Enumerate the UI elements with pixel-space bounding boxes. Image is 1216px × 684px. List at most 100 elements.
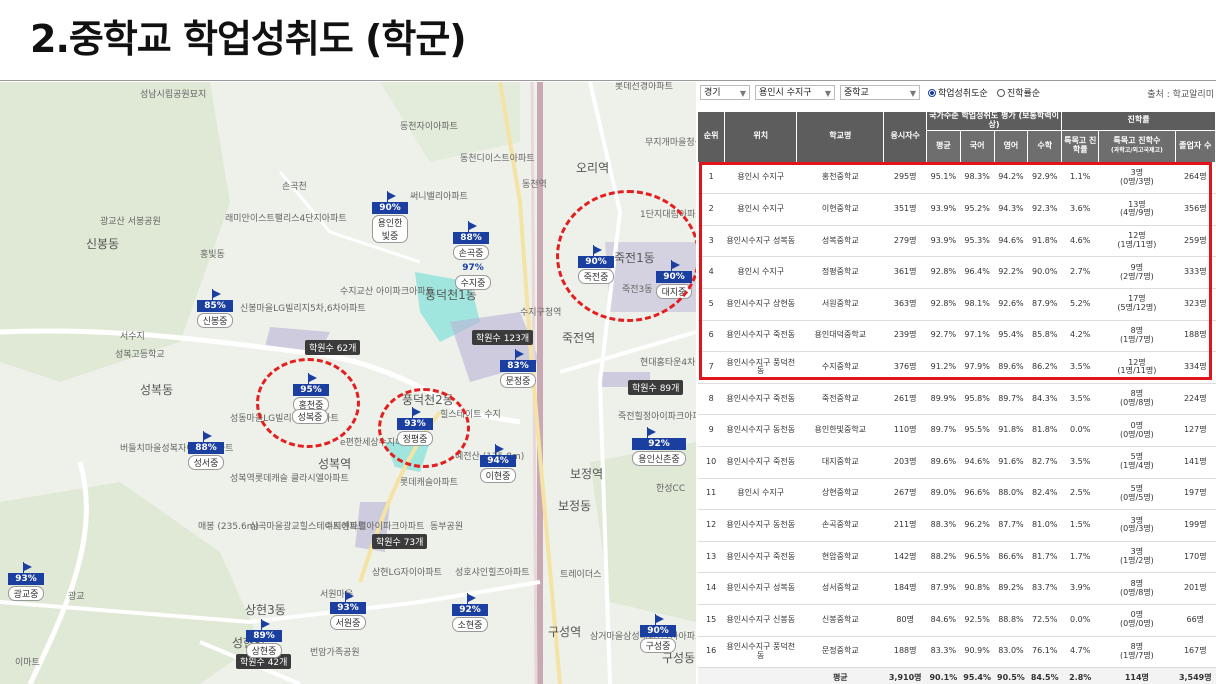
cell-school-name: 죽전중학교 [796,383,884,416]
table-row[interactable]: 10 용인시수지구 죽전동 대지중학교 203명 89.6% 94.6% 91.6% 82.7… [697,446,1216,479]
map-place: 오리역 [576,161,610,175]
cell-graduates: 197명 [1175,478,1216,511]
cell-english: 89.6% [994,351,1028,384]
cell-location: 용인시수지구 동천동 [724,509,797,542]
school-pin[interactable]: 88% 손곡중 [453,221,489,260]
cell-students: 295명 [883,162,927,195]
col-rank: 순위 [697,111,726,163]
cell-students: 142명 [883,541,927,574]
school-pin[interactable]: 92% 소현중 [452,593,488,632]
cell-math: 82.7% [1027,446,1062,479]
school-pin[interactable]: 94% 이현중 [480,444,516,483]
school-pin[interactable]: 92% 용인신촌중 [632,427,686,466]
cell-average: 88.3% [926,509,961,542]
level-select[interactable]: 중학교 ▼ [840,85,920,100]
map-place: 성호샤인힐즈아파트 [455,568,530,578]
cell-students: 239명 [883,320,927,353]
cell-school-name: 정평중학교 [796,256,884,289]
chevron-down-icon: ▼ [824,89,831,98]
cell-location: 용인시 수지구 [724,256,797,289]
school-pin[interactable]: 83% 문정중 [500,349,536,388]
cell-average: 89.9% [926,383,961,416]
cell-rank: 13 [697,541,725,574]
total-students: 3,910명 [883,667,927,684]
cell-graduates: 66명 [1175,604,1216,637]
cell-rank: 8 [697,383,725,416]
district-select[interactable]: 용인시 수지구 ▼ [755,85,835,100]
cell-special-rate: 3.5% [1061,383,1099,416]
school-pin[interactable]: 93% 서원중 [330,591,366,630]
table-row[interactable]: 12 용인시수지구 동천동 손곡중학교 211명 88.3% 96.2% 87.7% 81.0… [697,509,1216,542]
school-pin[interactable]: 90% 용인한빛중 [372,191,408,243]
cell-special-count: 17명 (5명/12명) [1098,288,1176,321]
cell-school-name: 성복중학교 [796,225,884,258]
cell-special-rate: 3.6% [1061,193,1099,226]
school-pin[interactable]: 89% 상현중 [246,619,282,658]
cell-students: 279명 [883,225,927,258]
map-place: 광교 [68,592,85,602]
map-view[interactable]: 성남시립공원묘지 동천자이아파트 동천디이스트아파트 손곡천 써니밸리아파트 래… [0,82,696,684]
table-row[interactable]: 1 용인시 수지구 홍천중학교 295명 95.1% 98.3% 94.2% 92.9% 1.1… [697,162,1216,195]
cell-special-count: 3명 (1명/2명) [1098,541,1176,574]
cell-korean: 90.9% [960,636,995,669]
cell-english: 89.7% [994,383,1028,416]
cell-graduates: 333명 [1175,256,1216,289]
flag-icon [516,350,524,358]
table-row[interactable]: 5 용인시수지구 상현동 서원중학교 363명 92.8% 98.1% 92.6% 87.9%… [697,288,1216,321]
flag-icon [346,592,354,600]
cell-rank: 16 [697,636,725,669]
cell-english: 86.6% [994,541,1028,574]
region-select[interactable]: 경기 ▼ [700,85,750,100]
school-pin[interactable]: 90% 구성중 [640,614,676,653]
cell-special-rate: 4.6% [1061,225,1099,258]
table-row[interactable]: 16 용인시수지구 풍덕천동 문정중학교 188명 83.3% 90.9% 83.0% 76.… [697,636,1216,669]
cell-location: 용인시 수지구 [724,193,797,226]
cell-rank: 6 [697,320,725,353]
cell-rank: 2 [697,193,725,226]
table-row[interactable]: 15 용인시수지구 신봉동 신봉중학교 80명 84.6% 92.5% 88.8% 72.5%… [697,604,1216,637]
cell-math: 83.7% [1027,572,1062,605]
map-place: 신봉동 [86,237,120,251]
school-pin[interactable]: 88% 성서중 [188,431,224,470]
school-pin[interactable]: 93% 광교중 [8,562,44,601]
radio-advance[interactable]: 진학률순 [997,86,1040,99]
total-special-count: 114명 [1098,667,1176,684]
col-math: 수학 [1027,129,1063,163]
cell-average: 91.2% [926,351,961,384]
cell-korean: 94.6% [960,446,995,479]
flag-icon [204,432,212,440]
table-row[interactable]: 2 용인시 수지구 이현중학교 351명 93.9% 95.2% 94.3% 92.3% 3.6… [697,193,1216,226]
school-pin[interactable]: 85% 신봉중 [197,289,233,328]
table-row[interactable]: 3 용인시수지구 성복동 성복중학교 279명 93.9% 95.3% 94.6% 91.8%… [697,225,1216,258]
cell-students: 211명 [883,509,927,542]
cell-location: 용인시수지구 죽전동 [724,541,797,574]
cell-location: 용인시수지구 동천동 [724,414,797,447]
cell-math: 91.8% [1027,225,1062,258]
map-place: 구성동 [662,651,696,665]
table-row[interactable]: 7 용인시수지구 풍덕천동 수지중학교 376명 91.2% 97.9% 89.6% 86.2… [697,351,1216,384]
table-row[interactable]: 6 용인시수지구 죽전동 용인대덕중학교 239명 92.7% 97.1% 95.4% 85.… [697,320,1216,353]
map-place: 상현LG자이아파트 [372,568,442,578]
cell-rank: 14 [697,572,725,605]
table-row[interactable]: 8 용인시수지구 죽전동 죽전중학교 261명 89.9% 95.8% 89.7% 84.3%… [697,383,1216,416]
table-row[interactable]: 4 용인시 수지구 정평중학교 361명 92.8% 96.4% 92.2% 90.0% 2.7… [697,256,1216,289]
map-place: 성복고등학교 [115,350,165,360]
map-place: 트레이더스 [560,570,602,580]
table-row[interactable]: 11 용인시 수지구 상현중학교 267명 89.0% 96.6% 88.0% 82.4% 2.… [697,478,1216,511]
cell-rank: 11 [697,478,725,511]
radio-achievement[interactable]: 학업성취도순 [928,86,988,99]
cell-korean: 95.2% [960,193,995,226]
col-average: 평균 [925,129,961,163]
table-row[interactable]: 14 용인시수지구 성복동 성서중학교 184명 87.9% 90.8% 89.2% 83.7… [697,572,1216,605]
cell-graduates: 170명 [1175,541,1216,574]
cell-average: 83.3% [926,636,961,669]
cell-location: 용인시수지구 성복동 [724,572,797,605]
cell-english: 89.2% [994,572,1028,605]
cell-math: 82.4% [1027,478,1062,511]
cell-location: 용인시 수지구 [724,478,797,511]
school-pin[interactable]: 97% 수지중 [455,262,491,290]
col-special-count: 특목고 진학수 (과학고/외고국제고) [1098,129,1176,163]
table-row[interactable]: 9 용인시수지구 동천동 용인한빛중학교 110명 89.7% 95.5% 91.8% 81.… [697,414,1216,447]
cell-english: 92.2% [994,256,1028,289]
table-row[interactable]: 13 용인시수지구 죽전동 현암중학교 142명 88.2% 96.5% 86.6% 81.7… [697,541,1216,574]
